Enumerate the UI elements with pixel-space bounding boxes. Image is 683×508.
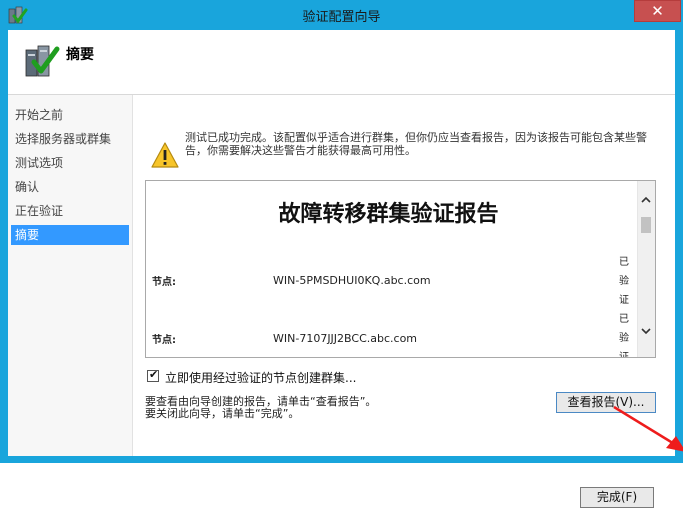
checkmark-icon: ✔: [149, 368, 159, 381]
summary-content: 测试已成功完成。该配置似乎适合进行群集，但你仍应当查看报告，因为该报告可能包含某…: [133, 95, 683, 508]
instruction-close-wizard: 要关闭此向导，请单击“完成”。: [145, 407, 300, 420]
warning-icon: [151, 142, 179, 168]
instructions: 要查看由向导创建的报告，请单击“查看报告”。 要关闭此向导，请单击“完成”。: [145, 396, 376, 420]
node-label-1: 节点:: [152, 277, 176, 288]
node-value-1: WIN-5PMSDHUI0KQ.abc.com: [273, 274, 431, 287]
step-testing-options[interactable]: 测试选项: [11, 153, 129, 173]
close-button[interactable]: ✕: [634, 0, 681, 22]
chevron-down-icon[interactable]: [640, 325, 652, 337]
wizard-window: 验证配置向导 ✕ 摘要 开始之前 选择服务器或群集 测试选项 确认 正在验证 摘…: [0, 0, 683, 508]
annotation-arrow: [613, 405, 683, 452]
node-label-2: 节点:: [152, 335, 176, 346]
window-title: 验证配置向导: [302, 10, 381, 25]
finish-button[interactable]: 完成(F): [580, 487, 654, 508]
create-cluster-checkbox[interactable]: ✔: [147, 368, 159, 382]
report-viewer[interactable]: 故障转移群集验证报告 节点: WIN-5PMSDHUI0KQ.abc.com 已…: [145, 180, 656, 358]
node-status-2: 已 验 证: [619, 314, 629, 358]
warning-message: 测试已成功完成。该配置似乎适合进行群集，但你仍应当查看报告，因为该报告可能包含某…: [185, 131, 647, 157]
close-icon: ✕: [651, 2, 664, 20]
node-value-2: WIN-7107JJJ2BCC.abc.com: [273, 332, 418, 345]
step-confirmation[interactable]: 确认: [11, 177, 129, 197]
create-cluster-label[interactable]: 立即使用经过验证的节点创建群集...: [165, 369, 356, 386]
chevron-up-icon[interactable]: [640, 194, 652, 206]
step-select-servers[interactable]: 选择服务器或群集: [11, 129, 129, 149]
step-before-you-begin[interactable]: 开始之前: [11, 105, 129, 125]
step-summary[interactable]: 摘要: [11, 225, 129, 245]
wizard-client-area: 摘要 开始之前 选择服务器或群集 测试选项 确认 正在验证 摘要 测试已成功完成…: [8, 30, 683, 508]
scroll-thumb[interactable]: [641, 217, 651, 233]
step-validating[interactable]: 正在验证: [11, 201, 129, 221]
cluster-validation-icon: [25, 45, 60, 77]
report-title: 故障转移群集验证报告: [278, 202, 499, 227]
report-scrollbar[interactable]: [637, 181, 655, 357]
title-bar[interactable]: 验证配置向导 ✕: [0, 0, 683, 30]
page-title: 摘要: [66, 47, 94, 63]
wizard-header: 摘要: [8, 30, 675, 95]
node-status-1: 已 验 证: [619, 257, 629, 306]
wizard-steps-panel: 开始之前 选择服务器或群集 测试选项 确认 正在验证 摘要: [8, 95, 133, 456]
